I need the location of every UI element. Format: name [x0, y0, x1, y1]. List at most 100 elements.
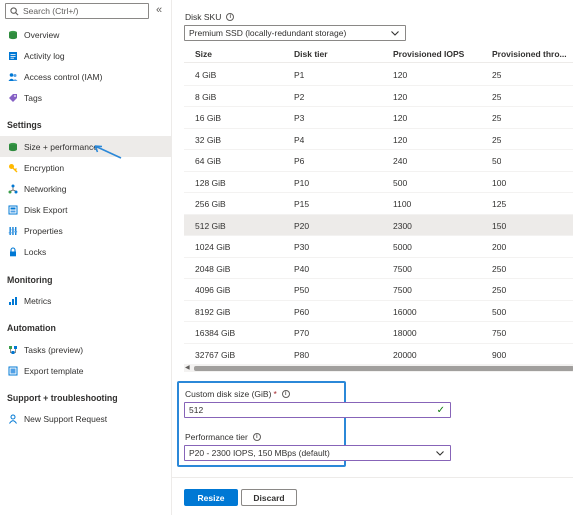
nav-item-label: Locks — [24, 246, 47, 257]
size-cell: 512 GiB — [195, 220, 226, 231]
info-icon[interactable]: i — [281, 390, 290, 398]
column-header-size[interactable]: Size — [195, 49, 212, 59]
throughput-cell: 125 — [492, 199, 507, 209]
size-cell: 64 GiB — [195, 156, 221, 166]
size-cell: 32767 GiB — [195, 349, 236, 360]
divider — [172, 477, 573, 478]
disk-tier-cell: P4 — [294, 134, 305, 145]
nav-item-label: Properties — [24, 225, 63, 236]
table-row[interactable]: 8192 GiB P60 16000 500 — [184, 301, 573, 322]
table-row[interactable]: 4096 GiB P50 7500 250 — [184, 279, 573, 301]
table-row[interactable]: 8 GiB P2 120 25 — [184, 86, 573, 107]
nav-item-properties[interactable]: Properties — [0, 220, 171, 241]
disk-sku-label: Disk SKU i — [185, 12, 235, 22]
table-row[interactable]: 2048 GiB P40 7500 250 — [184, 258, 573, 279]
search-icon — [10, 6, 19, 15]
disk-tier-cell: P3 — [294, 113, 305, 123]
size-cell: 1024 GiB — [195, 242, 231, 252]
collapse-sidebar-button[interactable]: « — [156, 4, 162, 16]
iops-cell: 500 — [393, 177, 408, 188]
throughput-cell: 750 — [492, 328, 507, 338]
info-icon[interactable]: i — [226, 13, 235, 21]
iops-cell: 240 — [393, 156, 408, 166]
key-icon — [9, 163, 18, 172]
iops-cell: 20000 — [393, 349, 417, 360]
custom-size-label-text: Custom disk size (GiB) — [185, 389, 272, 399]
column-header-throughput[interactable]: Provisioned thro... — [492, 49, 573, 59]
iops-cell: 7500 — [393, 263, 412, 274]
table-row[interactable]: 32 GiB P4 120 25 — [184, 129, 573, 150]
info-icon[interactable]: i — [252, 433, 261, 441]
properties-icon — [8, 226, 18, 235]
size-cell: 4096 GiB — [195, 285, 231, 295]
nav-item-encryption[interactable]: Encryption — [0, 157, 171, 178]
disk-sku-select[interactable]: Premium SSD (locally-redundant storage) — [184, 25, 406, 41]
column-header-iops[interactable]: Provisioned IOPS — [393, 49, 464, 59]
section-monitoring: Monitoring — [7, 275, 53, 285]
tasks-icon — [9, 345, 17, 354]
scrollbar-thumb[interactable] — [194, 366, 573, 371]
throughput-cell: 250 — [492, 285, 507, 295]
nav-item-metrics[interactable]: Metrics — [0, 290, 171, 311]
sidebar: Search (Ctrl+/) « Overview Activity log … — [0, 0, 172, 515]
table-row[interactable]: 32767 GiB P80 20000 900 — [184, 344, 573, 365]
custom-size-input[interactable]: 512 ✓ — [184, 402, 451, 418]
chevron-down-icon — [391, 31, 399, 36]
nav-item-activity-log[interactable]: Activity log — [0, 45, 171, 66]
table-row[interactable]: 16384 GiB P70 18000 750 — [184, 322, 573, 344]
section-support: Support + troubleshooting — [7, 393, 118, 403]
perf-tier-label: Performance tier i — [185, 432, 261, 442]
throughput-cell: 200 — [492, 242, 507, 252]
discard-button[interactable]: Discard — [241, 489, 297, 506]
iam-icon — [8, 72, 18, 81]
disk-tier-cell: P1 — [294, 70, 305, 80]
horizontal-scrollbar[interactable]: ◀ — [184, 365, 573, 372]
nav-item-label: New Support Request — [24, 413, 108, 424]
scroll-left-icon[interactable]: ◀ — [185, 365, 190, 372]
section-automation: Automation — [7, 323, 56, 333]
table-row[interactable]: 4 GiB P1 120 25 — [184, 64, 573, 86]
resize-button[interactable]: Resize — [184, 489, 238, 506]
size-cell: 8192 GiB — [195, 306, 231, 317]
nav-item-networking[interactable]: Networking — [0, 178, 171, 199]
nav-item-disk-export[interactable]: Disk Export — [0, 199, 171, 220]
table-row[interactable]: 512 GiB P20 2300 150 — [184, 214, 573, 236]
disk-tier-cell: P50 — [294, 285, 310, 295]
size-cell: 256 GiB — [195, 199, 226, 209]
disk-icon — [9, 142, 17, 151]
nav-item-tags[interactable]: Tags — [0, 87, 171, 108]
nav-item-label: Metrics — [24, 295, 52, 306]
table-row[interactable]: 256 GiB P15 1100 125 — [184, 193, 573, 215]
iops-cell: 120 — [393, 91, 408, 102]
nav-item-locks[interactable]: Locks — [0, 241, 171, 262]
nav-item-label: Access control (IAM) — [24, 71, 103, 82]
table-row[interactable]: 128 GiB P10 500 100 — [184, 172, 573, 193]
table-row[interactable]: 16 GiB P3 120 25 — [184, 107, 573, 129]
nav-item-label: Activity log — [24, 50, 65, 61]
section-settings: Settings — [7, 120, 42, 130]
table-row[interactable]: 1024 GiB P30 5000 200 — [184, 236, 573, 258]
throughput-cell: 900 — [492, 349, 507, 360]
nav-item-access-control[interactable]: Access control (IAM) — [0, 66, 171, 87]
nav-item-tasks[interactable]: Tasks (preview) — [0, 339, 171, 360]
perf-tier-select[interactable]: P20 - 2300 IOPS, 150 MBps (default) — [184, 445, 451, 461]
nav-item-label: Overview — [24, 29, 60, 40]
nav-item-label: Tasks (preview) — [24, 344, 84, 355]
nav-item-export-template[interactable]: Export template — [0, 360, 171, 381]
nav-item-new-support-request[interactable]: New Support Request — [0, 408, 171, 429]
disk-tier-cell: P80 — [294, 349, 310, 360]
lock-icon — [10, 246, 16, 256]
nav-item-label: Disk Export — [24, 204, 68, 215]
throughput-cell: 150 — [492, 220, 507, 231]
tag-icon — [9, 93, 17, 102]
throughput-cell: 25 — [492, 113, 502, 123]
iops-cell: 120 — [393, 70, 408, 80]
nav-item-size-performance[interactable]: Size + performance — [0, 136, 171, 159]
disk-tier-cell: P10 — [294, 177, 310, 188]
column-header-disk-tier[interactable]: Disk tier — [294, 49, 328, 59]
size-cell: 8 GiB — [195, 91, 217, 102]
search-input[interactable]: Search (Ctrl+/) — [5, 3, 149, 19]
table-row[interactable]: 64 GiB P6 240 50 — [184, 150, 573, 172]
nav-item-overview[interactable]: Overview — [0, 24, 171, 45]
disk-tier-cell: P15 — [294, 199, 310, 209]
